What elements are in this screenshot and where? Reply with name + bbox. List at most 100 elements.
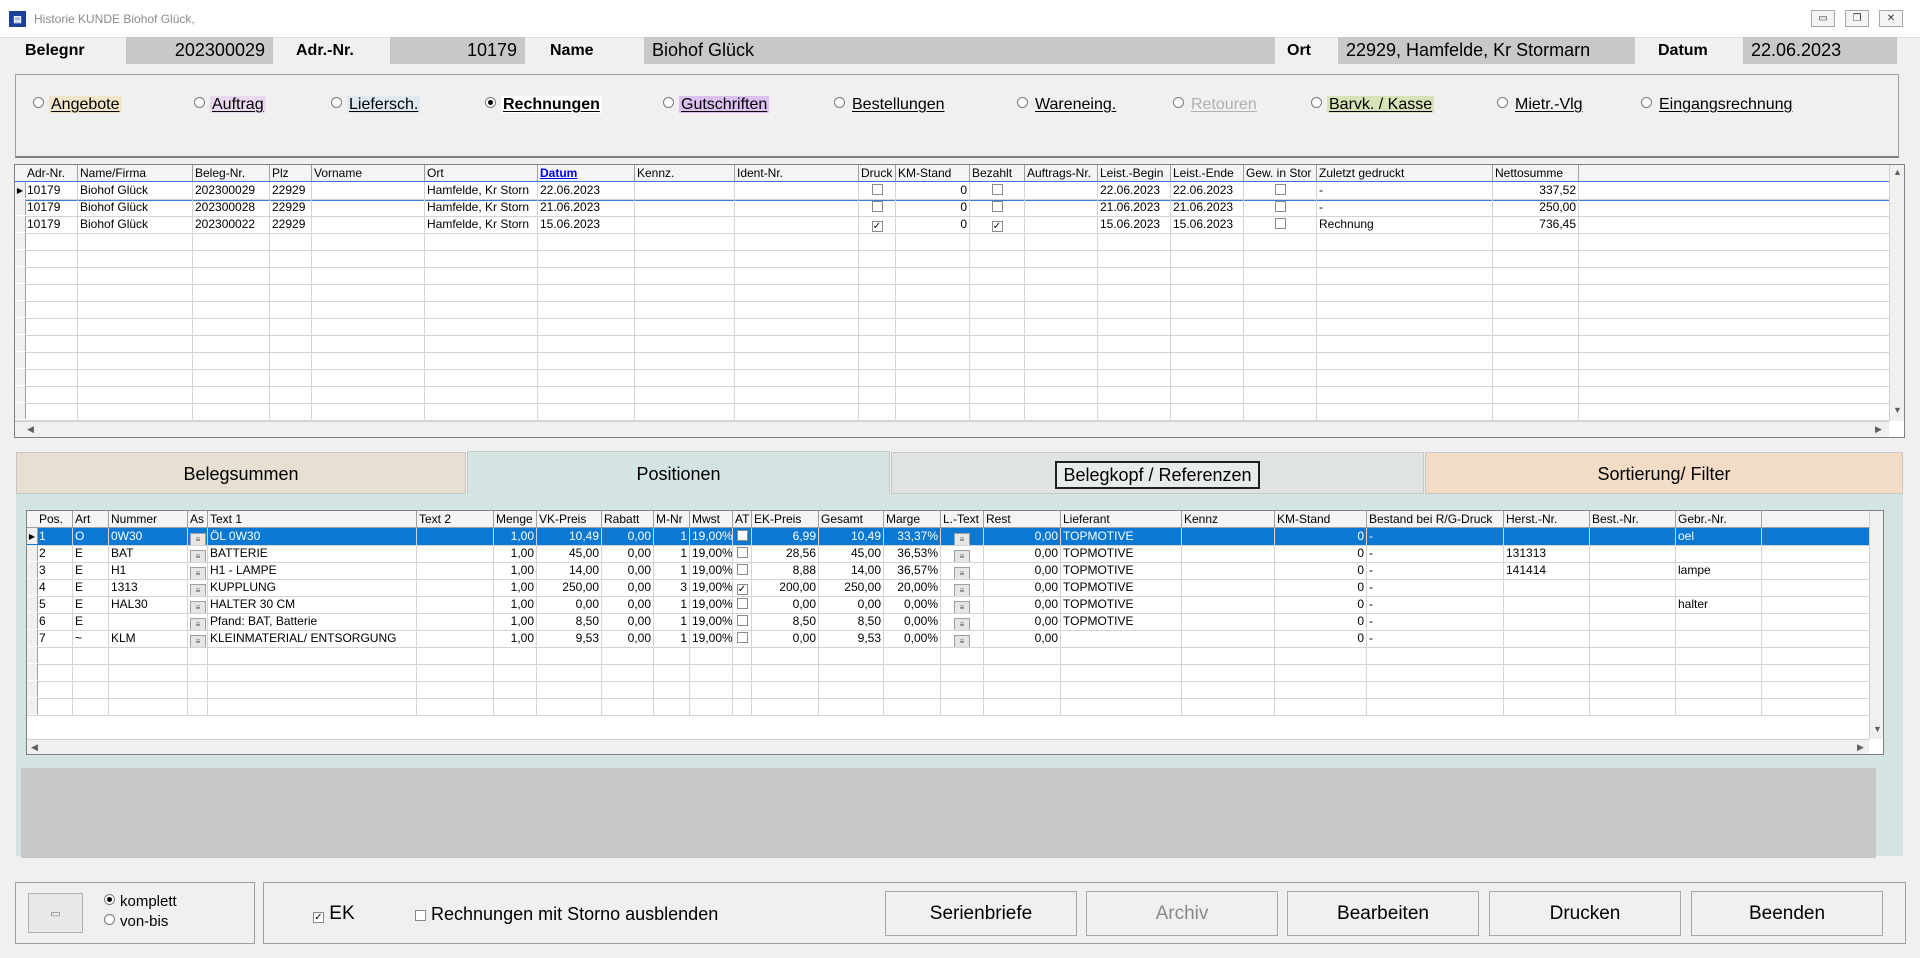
table-cell[interactable]: TOPMOTIVE <box>1061 562 1182 579</box>
table-cell[interactable] <box>78 352 193 369</box>
table-cell[interactable] <box>25 267 78 284</box>
table-cell[interactable] <box>25 284 78 301</box>
table-cell[interactable]: 1,00 <box>494 562 537 579</box>
table-cell[interactable]: 0 <box>1275 613 1367 630</box>
row-checkbox[interactable] <box>991 184 1003 195</box>
column-header[interactable]: Rest <box>984 511 1061 527</box>
column-header[interactable]: Bestand bei R/G-Druck <box>1367 511 1504 527</box>
table-cell[interactable] <box>1171 403 1244 420</box>
table-cell[interactable] <box>25 386 78 403</box>
table-cell[interactable] <box>735 335 859 352</box>
column-header[interactable]: Rabatt <box>602 511 654 527</box>
table-cell[interactable] <box>417 613 494 630</box>
table-cell[interactable] <box>1590 545 1676 562</box>
table-cell[interactable]: 337,52 <box>1493 182 1579 199</box>
table-cell[interactable] <box>537 698 602 715</box>
serienbriefe-button[interactable]: Serienbriefe <box>885 891 1077 936</box>
table-cell[interactable]: 6 <box>37 613 73 630</box>
table-cell[interactable] <box>538 250 635 267</box>
table-cell[interactable]: 0,00 <box>819 596 884 613</box>
table-cell[interactable] <box>1244 386 1317 403</box>
table-cell[interactable]: TOPMOTIVE <box>1061 596 1182 613</box>
table-cell[interactable]: 36,57% <box>884 562 941 579</box>
table-cell[interactable] <box>312 301 425 318</box>
table-cell[interactable] <box>312 335 425 352</box>
table-cell[interactable]: 0,00% <box>884 596 941 613</box>
table-cell[interactable] <box>425 233 538 250</box>
table-cell[interactable] <box>1098 267 1171 284</box>
table-cell[interactable] <box>208 681 417 698</box>
table-row[interactable] <box>15 335 1890 353</box>
table-cell[interactable]: 0,00 <box>752 596 819 613</box>
scroll-left-icon[interactable]: ◀ <box>27 424 34 435</box>
table-row[interactable] <box>15 284 1890 302</box>
table-cell[interactable] <box>635 318 735 335</box>
belege-table[interactable]: Adr-Nr. Name/Firma Beleg-Nr. Plz Vorname Ort D… <box>14 164 1905 438</box>
table-cell[interactable] <box>1182 647 1275 664</box>
table-cell[interactable] <box>1171 369 1244 386</box>
table-cell[interactable] <box>1061 647 1182 664</box>
table-cell[interactable] <box>1317 335 1493 352</box>
table-cell[interactable] <box>417 664 494 681</box>
table-cell[interactable] <box>538 233 635 250</box>
table-cell[interactable] <box>1676 579 1762 596</box>
table-cell[interactable] <box>1182 630 1275 647</box>
table-cell[interactable] <box>1493 284 1579 301</box>
table-cell[interactable] <box>270 352 312 369</box>
table-cell[interactable] <box>602 664 654 681</box>
table-cell[interactable] <box>25 250 78 267</box>
table-cell[interactable] <box>417 545 494 562</box>
table-cell[interactable] <box>1590 528 1676 545</box>
text-button-icon[interactable]: ≡ <box>190 601 206 613</box>
table-cell[interactable] <box>970 403 1025 420</box>
table-cell[interactable] <box>1504 613 1590 630</box>
table-cell[interactable]: E <box>73 562 109 579</box>
table-cell[interactable]: 736,45 <box>1493 216 1579 233</box>
table-cell[interactable] <box>78 335 193 352</box>
archiv-button[interactable]: Archiv <box>1086 891 1278 936</box>
table-cell[interactable] <box>1590 698 1676 715</box>
table-cell[interactable]: 22929 <box>270 216 312 233</box>
table-cell[interactable] <box>1244 267 1317 284</box>
table-cell[interactable] <box>312 352 425 369</box>
table-cell[interactable]: E <box>73 545 109 562</box>
table-cell[interactable]: BATTERIE <box>208 545 417 562</box>
table-cell[interactable] <box>984 681 1061 698</box>
table-cell[interactable]: lampe <box>1676 562 1762 579</box>
table-cell[interactable]: O <box>73 528 109 545</box>
table-cell[interactable]: H1 - LAMPE <box>208 562 417 579</box>
table-cell[interactable] <box>37 681 73 698</box>
table-cell[interactable] <box>193 318 270 335</box>
table-cell[interactable] <box>73 664 109 681</box>
view-icon[interactable]: ▭ <box>28 893 83 933</box>
horizontal-scrollbar[interactable]: ◀ ▶ <box>15 421 1889 437</box>
table-cell[interactable] <box>1493 369 1579 386</box>
table-cell[interactable]: E <box>73 596 109 613</box>
table-cell[interactable] <box>1025 403 1098 420</box>
table-cell[interactable] <box>494 681 537 698</box>
tab-belegkopf[interactable]: Belegkopf / Referenzen <box>891 452 1424 494</box>
table-cell[interactable] <box>635 403 735 420</box>
positionen-table[interactable]: Pos. Art Nummer As Text 1 Text 2 Menge VK-Preis… <box>26 510 1884 755</box>
table-cell[interactable] <box>1182 698 1275 715</box>
table-cell[interactable]: 202300022 <box>193 216 270 233</box>
column-header[interactable]: Nettosumme <box>1493 165 1579 181</box>
column-header[interactable]: Leist.-Begin <box>1098 165 1171 181</box>
table-cell[interactable] <box>1590 630 1676 647</box>
table-cell[interactable]: 1 <box>654 596 690 613</box>
table-cell[interactable]: - <box>1367 545 1504 562</box>
table-cell[interactable]: 0,00% <box>884 613 941 630</box>
table-cell[interactable]: 0,00 <box>752 630 819 647</box>
row-checkbox[interactable] <box>736 598 748 609</box>
table-cell[interactable] <box>1182 596 1275 613</box>
table-cell[interactable]: 250,00 <box>537 579 602 596</box>
table-cell[interactable] <box>984 698 1061 715</box>
table-cell[interactable] <box>1182 562 1275 579</box>
table-cell[interactable] <box>1025 284 1098 301</box>
table-cell[interactable]: 0 <box>896 182 970 199</box>
table-cell[interactable] <box>690 698 733 715</box>
table-cell[interactable] <box>425 318 538 335</box>
table-cell[interactable] <box>735 403 859 420</box>
table-cell[interactable]: 0,00 <box>984 528 1061 545</box>
table-cell[interactable]: 3 <box>37 562 73 579</box>
